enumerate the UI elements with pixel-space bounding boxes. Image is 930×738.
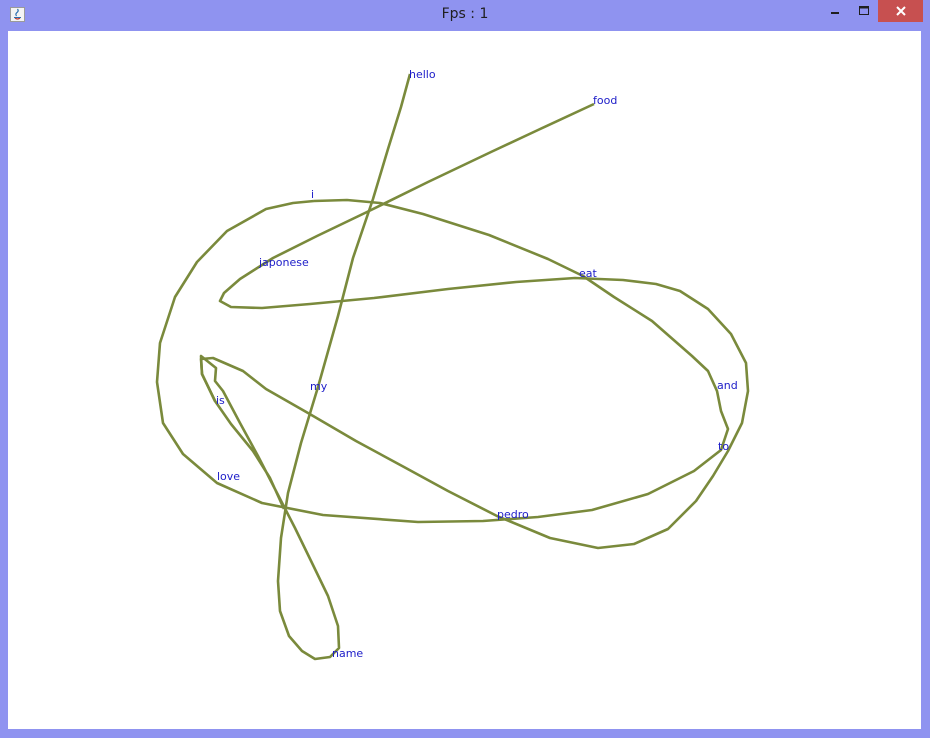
- maximize-button[interactable]: [851, 0, 877, 22]
- node-label-japonese: japonese: [259, 256, 309, 269]
- minimize-button[interactable]: [822, 0, 848, 22]
- graph-canvas[interactable]: hello food i japonese eat my is and to l…: [8, 31, 921, 729]
- node-label-eat: eat: [579, 267, 597, 280]
- minimize-icon: [831, 12, 839, 14]
- node-label-my: my: [310, 380, 328, 393]
- close-icon: [895, 6, 906, 16]
- close-button[interactable]: [878, 0, 923, 22]
- window-title: Fps : 1: [441, 6, 489, 22]
- node-label-i: i: [311, 188, 315, 201]
- node-label-and: and: [717, 379, 738, 392]
- node-label-hello: hello: [409, 68, 436, 81]
- title-bar[interactable]: Fps : 1: [0, 0, 930, 30]
- node-label-to: to: [718, 440, 730, 453]
- node-label-name: name: [332, 647, 364, 660]
- graph-drawing: [155, 73, 750, 661]
- node-label-love: love: [217, 470, 241, 483]
- node-label-pedro: pedro: [497, 508, 529, 521]
- node-label-food: food: [593, 94, 618, 107]
- curve-edge-i: [155, 198, 730, 524]
- maximize-icon: [859, 6, 869, 15]
- app-window: Fps : 1 hello food i japonese eat my is …: [0, 0, 930, 738]
- curve-edge-food: [199, 102, 750, 550]
- node-label-is: is: [216, 394, 225, 407]
